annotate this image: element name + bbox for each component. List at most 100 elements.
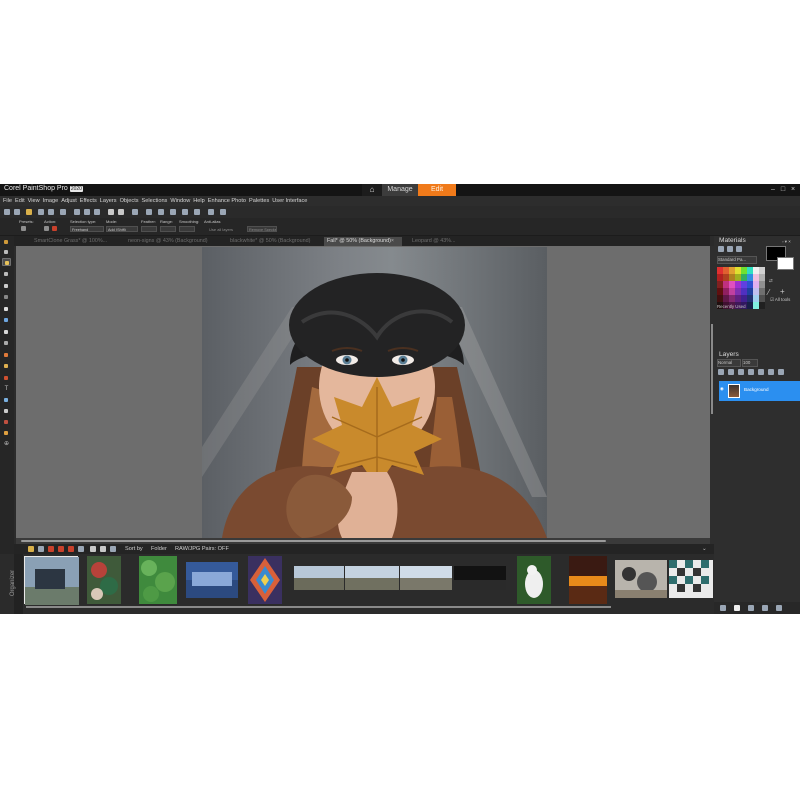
histogram-icon[interactable]	[734, 605, 740, 611]
copy-icon[interactable]	[84, 209, 90, 215]
undo-icon[interactable]	[108, 209, 114, 215]
group-layer-icon[interactable]	[758, 369, 764, 375]
rainbow-view-icon[interactable]	[727, 246, 733, 252]
thumbnail[interactable]	[248, 556, 282, 604]
maximize-icon[interactable]: □	[778, 184, 788, 196]
menu-image[interactable]: Image	[43, 196, 59, 206]
paint-brush-tool-icon[interactable]	[2, 351, 11, 359]
panel-toggle-icon[interactable]	[720, 605, 726, 611]
antialias-checkbox[interactable]: Anti-alias	[204, 219, 220, 224]
smoothing-input[interactable]	[179, 226, 195, 232]
mask-layer-icon[interactable]	[738, 369, 744, 375]
print-icon[interactable]	[60, 209, 66, 215]
thumbnail[interactable]	[294, 566, 344, 590]
add-tool-icon[interactable]: ⊕	[2, 440, 11, 448]
feather-input[interactable]	[141, 226, 157, 232]
menu-enhance-photo[interactable]: Enhance Photo	[208, 196, 246, 206]
organizer-info-icon[interactable]	[78, 546, 84, 552]
organizer-side-tab[interactable]: Organizer	[10, 554, 23, 614]
blend-mode-select[interactable]: Normal	[717, 359, 741, 367]
fill-tool-icon[interactable]	[2, 374, 11, 382]
eraser-tool-icon[interactable]	[2, 328, 11, 336]
doc-tab-close-icon[interactable]: ×	[391, 237, 394, 246]
organizer-delete-icon[interactable]	[48, 546, 54, 552]
paste-icon[interactable]	[94, 209, 100, 215]
raw-jpg-pairs-select[interactable]: RAW/JPG Pairs: OFF	[175, 545, 229, 554]
organizer-share-icon[interactable]	[110, 546, 116, 552]
mode-select[interactable]: Add (Shift)	[106, 226, 138, 232]
delete-layer-icon[interactable]	[778, 369, 784, 375]
menu-help[interactable]: Help	[193, 196, 205, 206]
save-as-icon[interactable]	[48, 209, 54, 215]
doc-tab-blackwhite[interactable]: blackwhite* @ 50% (Background)	[230, 237, 322, 246]
thumbnail[interactable]	[569, 556, 607, 604]
frame-view-icon[interactable]	[718, 246, 724, 252]
link-layers-icon[interactable]	[768, 369, 774, 375]
history-icon[interactable]	[132, 209, 138, 215]
menu-selections[interactable]: Selections	[142, 196, 168, 206]
zoom-actual-icon[interactable]	[146, 209, 152, 215]
thumbnail[interactable]	[517, 556, 551, 604]
layer-row-background[interactable]: ◉ Background	[719, 381, 800, 401]
new-raster-layer-icon[interactable]	[718, 369, 724, 375]
new-file-icon[interactable]	[4, 209, 10, 215]
menu-file[interactable]: File	[3, 196, 12, 206]
doc-tab-leopard[interactable]: Leopard @ 43%...	[412, 237, 482, 246]
swatches-view-icon[interactable]	[736, 246, 742, 252]
run-script-icon[interactable]	[220, 209, 226, 215]
straighten-tool-icon[interactable]	[2, 293, 11, 301]
clone-brush-tool-icon[interactable]	[2, 316, 11, 324]
all-tools-checkbox[interactable]: ☑ All tools	[770, 297, 790, 303]
dropper-icon[interactable]: ⁄	[768, 288, 769, 297]
doc-tab-smartclone[interactable]: SmartClone Grass* @ 100%...	[34, 237, 128, 246]
action-clear-icon[interactable]	[52, 226, 57, 231]
thumbnail[interactable]	[87, 556, 121, 604]
adjustment-layer-icon[interactable]	[748, 369, 754, 375]
doc-tab-neon-signs[interactable]: neon-signs @ 43% (Background)	[128, 237, 224, 246]
red-eye-tool-icon[interactable]	[2, 305, 11, 313]
zoom-in-icon[interactable]	[170, 209, 176, 215]
menu-layers[interactable]: Layers	[100, 196, 117, 206]
thumbnail[interactable]	[139, 556, 177, 604]
canvas-image[interactable]	[202, 247, 547, 538]
organizer-tag-icon[interactable]	[68, 546, 74, 552]
menu-window[interactable]: Window	[170, 196, 190, 206]
menu-objects[interactable]: Objects	[120, 196, 139, 206]
redo-icon[interactable]	[118, 209, 124, 215]
tab-edit[interactable]: Edit	[418, 184, 456, 196]
menu-effects[interactable]: Effects	[80, 196, 97, 206]
overview-icon[interactable]	[748, 605, 754, 611]
presets-dropdown-icon[interactable]	[21, 226, 26, 231]
open-folder-icon[interactable]	[26, 209, 32, 215]
remove-specks-button[interactable]: Remove Specks	[247, 226, 277, 232]
tab-manage[interactable]: Manage	[382, 184, 418, 196]
save-icon[interactable]	[38, 209, 44, 215]
organizer-redo-icon[interactable]	[100, 546, 106, 552]
organizer-collapse-icon[interactable]: ⌄	[702, 545, 707, 554]
use-all-layers-checkbox[interactable]: Use all layers	[209, 227, 233, 232]
script-icon[interactable]	[208, 209, 214, 215]
organizer-scrollbar[interactable]	[26, 606, 611, 608]
organizer-folder-icon[interactable]	[28, 546, 34, 552]
swap-colors-icon[interactable]: ⇄	[769, 278, 773, 284]
crop-tool-icon[interactable]	[2, 282, 11, 290]
background-color-swatch[interactable]	[777, 257, 794, 270]
palette-select[interactable]: Standard Pa...	[717, 256, 757, 264]
layer-visibility-icon[interactable]: ◉	[720, 386, 724, 392]
learning-center-icon[interactable]	[762, 605, 768, 611]
script-output-icon[interactable]	[776, 605, 782, 611]
thumbnail[interactable]	[186, 562, 238, 598]
cut-icon[interactable]	[74, 209, 80, 215]
warp-brush-tool-icon[interactable]	[2, 418, 11, 426]
organizer-flag-icon[interactable]	[58, 546, 64, 552]
gradient-tool-icon[interactable]	[2, 339, 11, 347]
minimize-icon[interactable]: –	[768, 184, 778, 196]
menu-palettes[interactable]: Palettes	[249, 196, 269, 206]
thumbnail[interactable]	[669, 560, 713, 598]
add-swatch-icon[interactable]: +	[780, 287, 785, 296]
pan-tool-icon[interactable]	[2, 238, 11, 246]
full-screen-icon[interactable]	[194, 209, 200, 215]
organizer-view-icon[interactable]	[38, 546, 44, 552]
home-icon[interactable]: ⌂	[362, 184, 382, 196]
thumbnail[interactable]	[24, 556, 79, 605]
